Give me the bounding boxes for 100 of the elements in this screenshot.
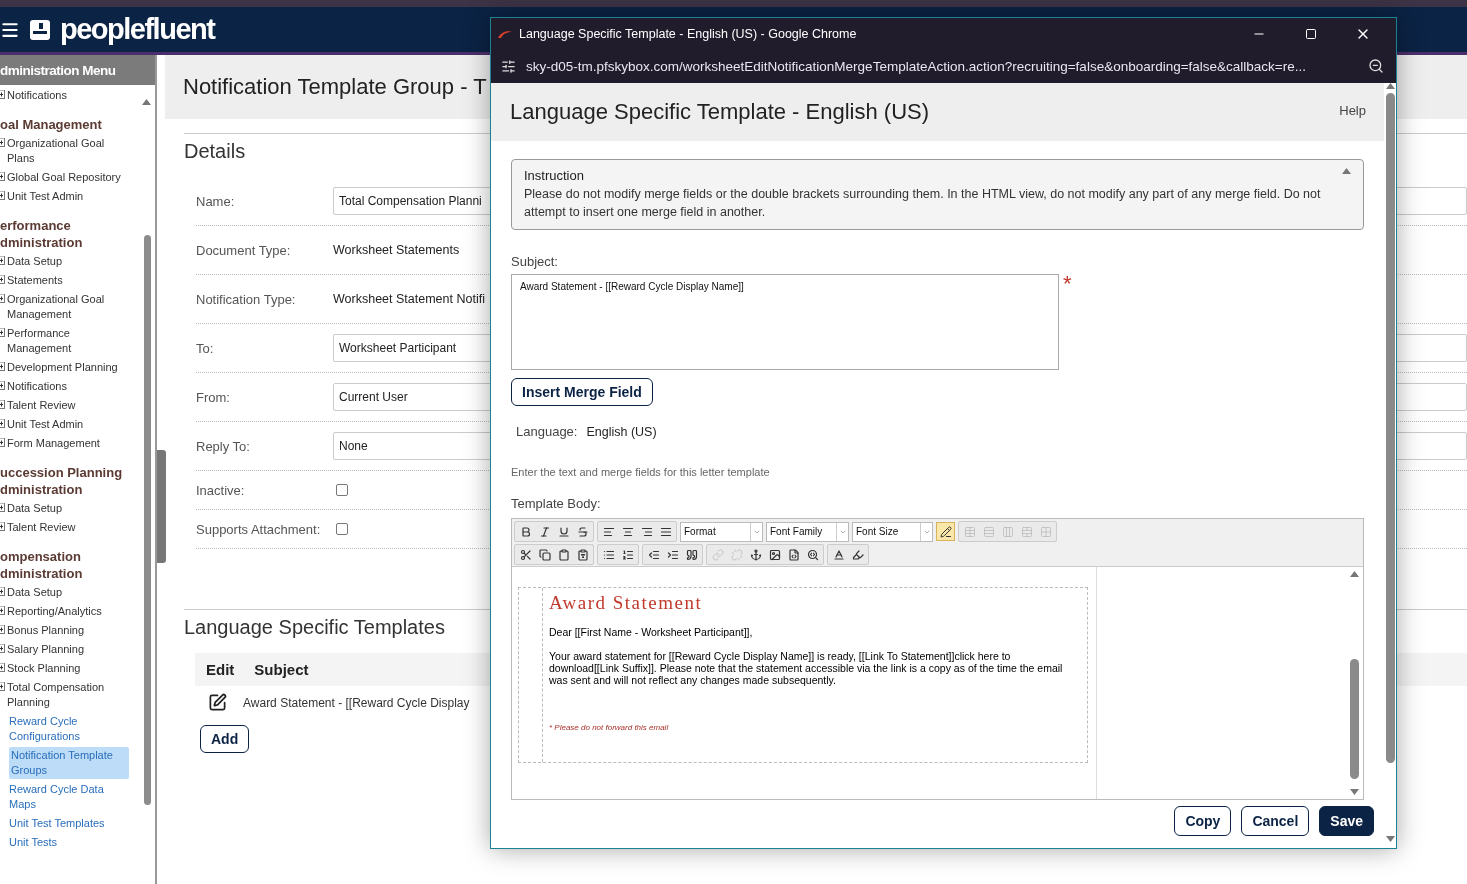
sidebar-item[interactable]: Unit Test Admin <box>7 416 84 433</box>
expand-icon[interactable] <box>0 587 5 596</box>
site-info-icon[interactable] <box>501 58 516 74</box>
expand-icon[interactable] <box>0 522 5 531</box>
sidebar-item[interactable]: Unit Test Admin <box>7 188 84 205</box>
find-replace-icon[interactable] <box>806 548 819 561</box>
align-left-icon[interactable] <box>602 525 615 538</box>
expand-icon[interactable] <box>0 381 5 390</box>
dropdown[interactable]: Font Family <box>766 521 849 542</box>
scroll-up-arrow[interactable] <box>1385 83 1395 89</box>
sidebar-item[interactable]: Stock Planning <box>7 660 81 677</box>
expand-icon[interactable] <box>0 503 5 512</box>
sidebar-item[interactable]: Talent Review <box>7 397 76 414</box>
sidebar-item[interactable]: Salary Planning <box>7 641 85 658</box>
strikethrough-icon[interactable] <box>576 525 589 538</box>
text-color-icon[interactable] <box>832 548 845 561</box>
scrollbar[interactable] <box>144 235 151 805</box>
sidebar-item[interactable]: Bonus Planning <box>7 622 85 639</box>
sidebar-item[interactable]: Development Planning <box>7 359 118 376</box>
sidebar-item[interactable]: Reward Cycle Data Maps <box>9 781 129 813</box>
sidebar-item[interactable]: Notifications <box>7 378 67 395</box>
sidebar-item[interactable]: Unit Test Templates <box>9 815 105 832</box>
add-button[interactable]: Add <box>200 725 250 753</box>
sidebar-item[interactable]: Total Compensation Planning <box>7 679 129 711</box>
footer-button[interactable]: Save <box>1319 806 1374 836</box>
html-icon[interactable] <box>787 548 800 561</box>
underline-icon[interactable] <box>557 525 570 538</box>
checkbox[interactable] <box>336 523 348 535</box>
justify-icon[interactable] <box>659 525 672 538</box>
indent-icon[interactable] <box>666 548 679 561</box>
zoom-icon[interactable] <box>1368 58 1384 74</box>
edit-icon[interactable] <box>208 693 227 712</box>
sidebar-item[interactable]: Performance Management <box>7 325 129 357</box>
expand-icon[interactable] <box>0 256 5 265</box>
align-right-icon[interactable] <box>640 525 653 538</box>
sidebar-item[interactable]: Unit Tests <box>9 834 58 851</box>
anchor-icon[interactable] <box>749 548 762 561</box>
collapse-caret-icon[interactable] <box>1342 168 1351 174</box>
sidebar-item[interactable]: Form Management <box>7 435 100 452</box>
insert-merge-field-button[interactable]: Insert Merge Field <box>511 378 653 406</box>
scroll-up-arrow[interactable] <box>142 99 151 105</box>
expand-icon[interactable] <box>0 294 5 303</box>
quote-icon[interactable] <box>685 548 698 561</box>
dropdown[interactable]: Format <box>680 521 763 542</box>
expand-icon[interactable] <box>0 644 5 653</box>
expand-icon[interactable] <box>0 663 5 672</box>
align-center-icon[interactable] <box>621 525 634 538</box>
expand-icon[interactable] <box>0 419 5 428</box>
scrollbar[interactable] <box>1385 93 1395 763</box>
expand-icon[interactable] <box>0 275 5 284</box>
sidebar-item[interactable]: Global Goal Repository <box>7 169 121 186</box>
sidebar-item[interactable]: Organizational Goal Management <box>7 291 129 323</box>
body-paragraph: Your award statement for [[Reward Cycle Display Name]] is ready, [[Link To Statement]]click here to download[[Link Suffix]]. Please note that the statement accessible via the link is a copy as of the time the email was sent and will not reflect any changes made subsequently. <box>549 650 1064 686</box>
footer-button[interactable]: Cancel <box>1241 806 1310 836</box>
paste-text-icon[interactable] <box>576 548 589 561</box>
expand-icon[interactable] <box>0 682 5 691</box>
footer-button[interactable]: Copy <box>1174 806 1232 836</box>
italic-icon[interactable] <box>538 525 551 538</box>
expand-icon[interactable] <box>0 400 5 409</box>
sidebar-item[interactable]: Reporting/Analytics <box>7 603 102 620</box>
cut-icon[interactable] <box>519 548 532 561</box>
expand-icon[interactable] <box>0 90 5 99</box>
expand-icon[interactable] <box>0 172 5 181</box>
expand-icon[interactable] <box>0 606 5 615</box>
highlight-icon[interactable] <box>851 548 864 561</box>
sidebar-item[interactable]: Data Setup <box>7 500 63 517</box>
language-label: Language: <box>516 424 578 439</box>
sidebar-item[interactable]: Data Setup <box>7 253 63 270</box>
expand-icon[interactable] <box>0 328 5 337</box>
copy-icon[interactable] <box>538 548 551 561</box>
sidebar-item[interactable]: Data Setup <box>7 584 63 601</box>
sidebar-item[interactable]: Organizational Goal Plans <box>7 135 129 167</box>
edit-css-button[interactable] <box>936 522 955 541</box>
dropdown[interactable]: Font Size <box>852 521 933 542</box>
checkbox[interactable] <box>336 484 348 496</box>
expand-icon[interactable] <box>0 138 5 147</box>
scroll-up-arrow[interactable] <box>1350 571 1359 577</box>
sidebar-item[interactable]: Statements <box>7 272 63 289</box>
sidebar-item[interactable]: Talent Review <box>7 519 76 536</box>
scrollbar[interactable] <box>1350 659 1359 779</box>
paste-icon[interactable] <box>557 548 570 561</box>
outdent-icon[interactable] <box>647 548 660 561</box>
scroll-down-arrow[interactable] <box>1385 836 1395 842</box>
maximize-icon[interactable] <box>1305 27 1317 40</box>
splitter-handle[interactable] <box>157 450 166 563</box>
numbered-list-icon[interactable] <box>621 548 634 561</box>
scroll-down-arrow[interactable] <box>1350 789 1359 795</box>
sidebar-item[interactable]: Notifications <box>7 87 67 104</box>
expand-icon[interactable] <box>0 625 5 634</box>
sidebar-item[interactable]: Notification Template Groups <box>9 747 129 779</box>
expand-icon[interactable] <box>0 191 5 200</box>
sidebar-item[interactable]: Reward Cycle Configurations <box>9 713 129 745</box>
image-icon[interactable] <box>768 548 781 561</box>
bold-icon[interactable] <box>519 525 532 538</box>
bullet-list-icon[interactable] <box>602 548 615 561</box>
expand-icon[interactable] <box>0 362 5 371</box>
merge-cells-icon[interactable] <box>1020 525 1033 538</box>
subject-field[interactable]: Award Statement - [[Reward Cycle Display Name]] <box>511 274 1059 370</box>
help-link[interactable]: Help <box>1339 103 1366 118</box>
expand-icon[interactable] <box>0 438 5 447</box>
